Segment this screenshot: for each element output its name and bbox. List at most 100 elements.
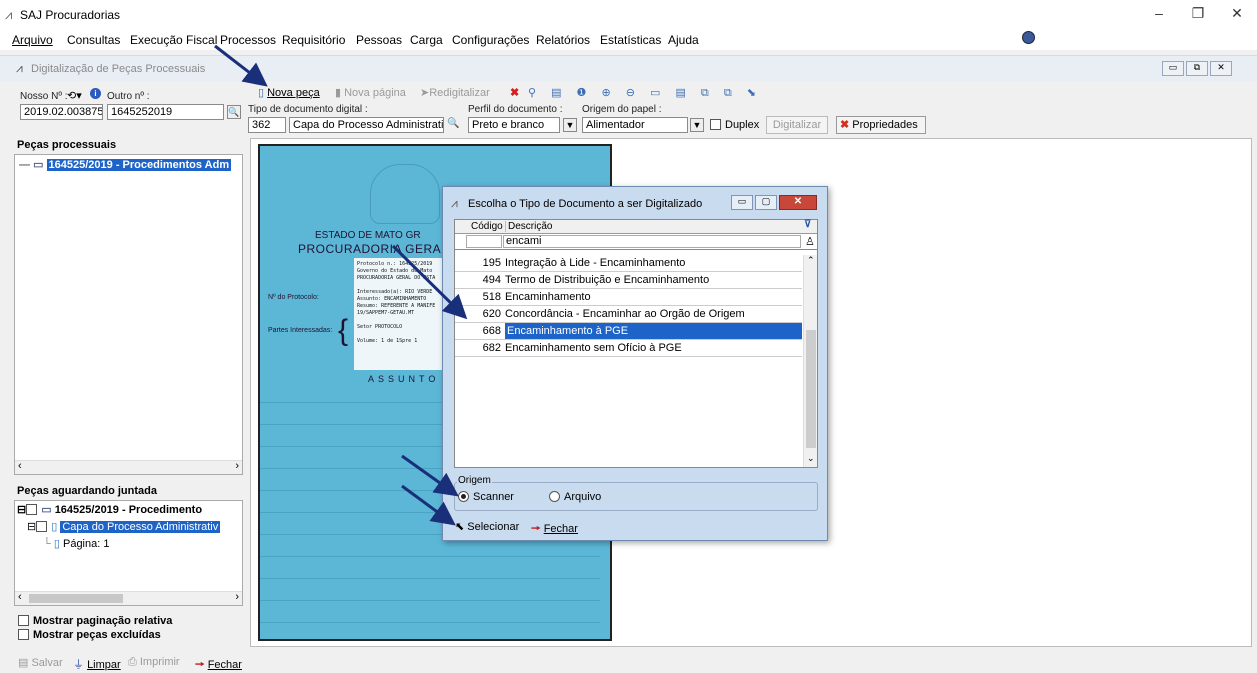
child-minimize-button[interactable]: ▭	[1162, 61, 1184, 76]
child-window-titlebar: ⩘ Digitalização de Peças Processuais ▭ ⧉…	[0, 55, 1257, 81]
dialog-restore-button[interactable]: ▢	[755, 195, 777, 210]
expand-icon[interactable]: ⊟	[27, 521, 36, 533]
aguardando-scrollbar[interactable]: ‹ ›	[15, 591, 242, 605]
grid-scrollbar[interactable]: ⌃ ⌄	[803, 255, 817, 467]
doc-icon: ▯	[51, 521, 58, 533]
fechar-dialog-button[interactable]: 🠖 Fechar	[531, 520, 578, 539]
table-row[interactable]: 518 Encaminhamento	[455, 289, 802, 306]
tipo-desc-field[interactable]: Capa do Processo Administrativo	[289, 117, 444, 133]
origem-group: Origem Scanner Arquivo	[454, 475, 818, 511]
menu-ajuda[interactable]: Ajuda	[668, 33, 699, 47]
minimize-button[interactable]: –	[1144, 5, 1174, 21]
tipo-code-field[interactable]: 362	[248, 117, 286, 133]
folder-icon: ▭	[41, 504, 52, 516]
app-titlebar: ⩘ SAJ Procuradorias – ❐ ✕	[0, 0, 1257, 30]
doc-procuradoria: PROCURADORIA GERAL	[298, 242, 449, 256]
globe-icon[interactable]	[1022, 31, 1035, 44]
pecas-tree: — ▭ 164525/2019 - Procedimentos Adm ‹ ›	[14, 154, 243, 475]
perfil-label: Perfil do documento :	[468, 104, 563, 115]
menu-consultas[interactable]: Consultas	[67, 33, 120, 47]
search-icon[interactable]: 🔍	[227, 105, 241, 119]
menu-configuracoes[interactable]: Configurações	[452, 33, 529, 47]
menu-arquivo[interactable]: Arquivo	[12, 33, 53, 47]
filter-code-input[interactable]	[466, 235, 502, 248]
aguardando-tree-item[interactable]: ⊟ ▭ 164525/2019 - Procedimento	[17, 503, 202, 516]
menu-requisitorio[interactable]: Requisitório	[282, 33, 345, 47]
menu-relatorios[interactable]: Relatórios	[536, 33, 590, 47]
scanner-radio[interactable]: Scanner	[458, 491, 514, 503]
doc-estado: ESTADO DE MATO GR	[315, 230, 421, 241]
broom-icon: ⏚	[73, 659, 84, 671]
perfil-select[interactable]: Preto e branco	[468, 117, 560, 133]
filter-icon[interactable]: ⊽	[804, 219, 811, 230]
perfil-chevron-down-icon[interactable]: ▼	[563, 118, 577, 132]
outro-numero-field[interactable]: 1645252019	[107, 104, 224, 120]
nova-peca-button[interactable]: ▯ Nova peça	[258, 86, 320, 99]
outro-label: Outro nº :	[107, 91, 150, 102]
table-row-selected[interactable]: 668 Encaminhamento à PGE	[455, 323, 802, 340]
aguardando-child-item[interactable]: ⊟ ▯ Capa do Processo Administrativ	[27, 520, 221, 533]
origem-papel-select[interactable]: Alimentador	[582, 117, 688, 133]
exit-icon: 🠖	[195, 659, 205, 671]
table-row[interactable]: 195 Integração à Lide - Encaminhamento	[455, 255, 802, 272]
propriedades-button[interactable]: ✖ Propriedades	[836, 116, 926, 134]
dialog-title: Escolha o Tipo de Documento a ser Digita…	[468, 198, 703, 210]
pecas-tree-item[interactable]: — ▭ 164525/2019 - Procedimentos Adm	[19, 158, 232, 171]
child-close-button[interactable]: ✕	[1210, 61, 1232, 76]
pecas-header: Peças processuais	[14, 138, 243, 153]
refresh-icon[interactable]: ⟲▾	[67, 89, 82, 102]
grid-header: Código Descrição ⊽	[455, 219, 817, 234]
tipo-label: Tipo de documento digital :	[248, 104, 368, 115]
expand-icon[interactable]: ⊟	[17, 504, 26, 516]
imprimir-button[interactable]: ⎙ Imprimir	[128, 656, 180, 669]
document-type-grid: Código Descrição ⊽ encami ♙ 195 Integraçã…	[454, 219, 818, 468]
close-button[interactable]: ✕	[1222, 5, 1252, 22]
menu-execucao-fiscal[interactable]: Execução Fiscal	[130, 33, 217, 47]
fechar-button[interactable]: 🠖 Fechar	[195, 656, 242, 673]
table-row[interactable]: 494 Termo de Distribuição e Encaminhament…	[455, 272, 802, 289]
clear-filter-icon[interactable]: ♙	[805, 235, 815, 248]
toolbar-icons[interactable]: ⚲ ▤ ❶ ⊕ ⊖ ▭ ▤ ⧉ ⧉ ⬊	[528, 86, 762, 100]
info-icon[interactable]: i	[90, 88, 101, 99]
coat-of-arms	[370, 164, 440, 224]
page-icon: ▮	[335, 87, 345, 99]
salvar-button[interactable]: ▤ Salvar	[18, 656, 63, 669]
duplex-checkbox[interactable]: Duplex	[710, 119, 759, 131]
menu-processos[interactable]: Processos	[220, 33, 276, 47]
child-restore-button[interactable]: ⧉	[1186, 61, 1208, 76]
filter-row: encami ♙	[455, 234, 817, 250]
restore-button[interactable]: ❐	[1183, 5, 1213, 22]
dialog-minimize-button[interactable]: ▭	[731, 195, 753, 210]
doc-brace: {	[338, 314, 349, 347]
table-row[interactable]: 620 Concordância - Encaminhar ao Orgão de…	[455, 306, 802, 323]
nosso-label: Nosso Nº :	[20, 91, 68, 102]
mostrar-excluidas-checkbox[interactable]: Mostrar peças excluídas	[18, 629, 161, 641]
redigitalizar-button[interactable]: ➤Redigitalizar	[420, 86, 490, 99]
col-codigo[interactable]: Código	[471, 221, 503, 232]
limpar-button[interactable]: ⏚ Limpar	[73, 656, 121, 672]
table-row[interactable]: 682 Encaminhamento sem Ofício à PGE	[455, 340, 802, 357]
dialog-close-button[interactable]: ✕	[779, 195, 817, 210]
exit-icon: 🠖	[531, 523, 541, 535]
origem-papel-label: Origem do papel :	[582, 104, 662, 115]
selecionar-button[interactable]: ⬉ Selecionar	[455, 520, 519, 533]
aguardando-page-item[interactable]: └ ▯ Página: 1	[43, 537, 109, 550]
nosso-numero-field[interactable]: 2019.02.003875	[20, 104, 103, 120]
col-descricao[interactable]: Descrição	[505, 221, 552, 232]
delete-icon[interactable]: ✖	[510, 86, 519, 99]
rescan-icon: ➤	[420, 87, 430, 99]
child-window-title: Digitalização de Peças Processuais	[31, 63, 206, 75]
digitalizar-button[interactable]: Digitalizar	[766, 116, 828, 134]
menu-carga[interactable]: Carga	[410, 33, 443, 47]
arquivo-radio[interactable]: Arquivo	[549, 491, 601, 503]
nova-pagina-button[interactable]: ▮ Nova página	[335, 86, 406, 99]
menu-estatisticas[interactable]: Estatísticas	[600, 33, 661, 47]
filter-desc-input[interactable]: encami	[503, 235, 801, 248]
pecas-scrollbar[interactable]: ‹ ›	[15, 460, 242, 474]
menu-pessoas[interactable]: Pessoas	[356, 33, 402, 47]
cursor-icon: ⬉	[455, 521, 465, 533]
origem-chevron-down-icon[interactable]: ▼	[690, 118, 704, 132]
document-type-dialog: ⩘ Escolha o Tipo de Documento a ser Digi…	[442, 186, 828, 541]
mostrar-paginacao-checkbox[interactable]: Mostrar paginação relativa	[18, 615, 172, 627]
tipo-search-icon[interactable]: 🔍	[447, 118, 459, 129]
